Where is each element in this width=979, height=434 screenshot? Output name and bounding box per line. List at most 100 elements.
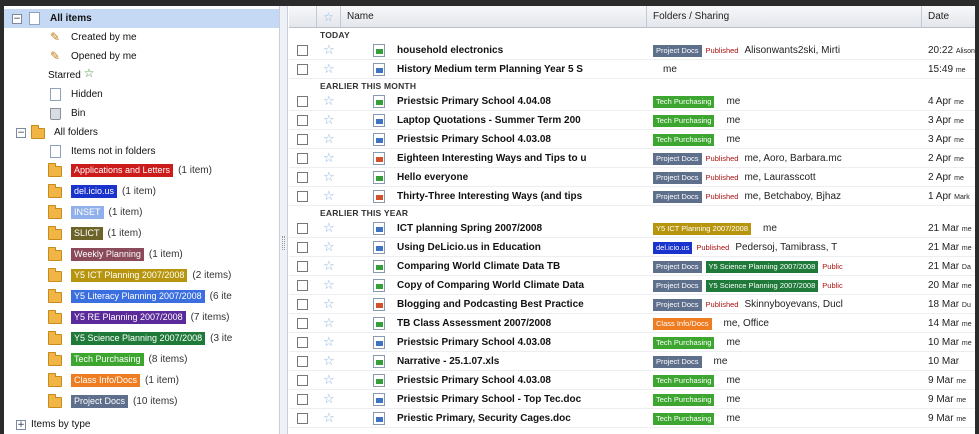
sidebar-folder-item[interactable]: SLICT (1 item): [48, 224, 141, 243]
file-name-link[interactable]: TB Class Assessment 2007/2008: [397, 314, 629, 333]
folder-tag[interactable]: Tech Purchasing: [653, 336, 715, 349]
folder-tag[interactable]: Project Docs: [653, 279, 702, 292]
folder-tag[interactable]: Tech Purchasing: [653, 412, 715, 425]
star-toggle-icon[interactable]: ☆: [323, 220, 335, 237]
file-name-link[interactable]: Eighteen Interesting Ways and Tips to u: [397, 149, 629, 168]
star-toggle-icon[interactable]: ☆: [323, 258, 335, 275]
folder-tag[interactable]: Y5 ICT Planning 2007/2008: [653, 222, 752, 235]
file-name-link[interactable]: Priestsic Primary School 4.03.08: [397, 371, 629, 390]
table-row[interactable]: ☆ Priestsic Primary School 4.03.08 Tech Pu…: [289, 130, 975, 149]
folder-tag[interactable]: Project Docs: [653, 298, 702, 311]
sidebar-item-all-folders[interactable]: − All folders: [16, 123, 98, 142]
star-toggle-icon[interactable]: ☆: [323, 112, 335, 129]
file-name-link[interactable]: ICT planning Spring 2007/2008: [397, 219, 629, 238]
sidebar-item-bin[interactable]: Bin: [48, 104, 85, 123]
star-toggle-icon[interactable]: ☆: [323, 239, 335, 256]
folder-tag[interactable]: Project Docs: [653, 171, 702, 184]
row-checkbox[interactable]: [297, 223, 308, 234]
table-row[interactable]: ☆ Using DeLicio.us in Education del.icio.u…: [289, 238, 975, 257]
sidebar-item-items-by-type[interactable]: + Items by type: [16, 415, 90, 434]
file-name-link[interactable]: Priestsic Primary School 4.03.08: [397, 333, 629, 352]
folder-tag[interactable]: Tech Purchasing: [653, 95, 715, 108]
table-row[interactable]: ☆ Priestsic Primary School - Top Tec.doc T…: [289, 390, 975, 409]
file-name-link[interactable]: Thirty-Three Interesting Ways (and tips: [397, 187, 629, 206]
row-checkbox[interactable]: [297, 242, 308, 253]
star-toggle-icon[interactable]: ☆: [323, 93, 335, 110]
sidebar-item-all-items[interactable]: − All items: [4, 9, 279, 28]
pane-splitter[interactable]: [280, 6, 288, 434]
star-toggle-icon[interactable]: ☆: [323, 391, 335, 408]
row-checkbox[interactable]: [297, 356, 308, 367]
sidebar-folder-item[interactable]: Applications and Letters (1 item): [48, 161, 212, 180]
folder-tag[interactable]: Project Docs: [653, 190, 702, 203]
folder-tag[interactable]: Tech Purchasing: [653, 133, 715, 146]
row-checkbox[interactable]: [297, 45, 308, 56]
row-checkbox[interactable]: [297, 96, 308, 107]
table-row[interactable]: ☆ Narrative - 25.1.07.xls Project Docs me 10…: [289, 352, 975, 371]
star-toggle-icon[interactable]: ☆: [323, 410, 335, 427]
sidebar-item-not-in-folders[interactable]: Items not in folders: [48, 142, 155, 161]
table-row[interactable]: ☆ Priestic Primary, Security Cages.doc Tec…: [289, 409, 975, 428]
file-name-link[interactable]: Comparing World Climate Data TB: [397, 257, 629, 276]
table-row[interactable]: ☆ History Medium term Planning Year 5 S me…: [289, 60, 975, 79]
file-name-link[interactable]: Priestic Primary, Security Cages.doc: [397, 409, 629, 428]
row-checkbox[interactable]: [297, 172, 308, 183]
file-name-link[interactable]: Priestsic Primary School 4.04.08: [397, 92, 629, 111]
sidebar-item-opened-by-me[interactable]: ✎ Opened by me: [48, 47, 137, 66]
sidebar-folder-item[interactable]: Weekly Planning (1 item): [48, 245, 183, 264]
file-name-link[interactable]: Copy of Comparing World Climate Data: [397, 276, 629, 295]
sidebar-item-hidden[interactable]: Hidden: [48, 85, 103, 104]
row-checkbox[interactable]: [297, 115, 308, 126]
column-header-date[interactable]: Date: [922, 6, 975, 28]
star-column-icon[interactable]: ☆: [317, 6, 341, 28]
row-checkbox[interactable]: [297, 318, 308, 329]
sidebar-folder-item[interactable]: Y5 ICT Planning 2007/2008 (2 items): [48, 266, 231, 285]
table-row[interactable]: ☆ Comparing World Climate Data TB Project …: [289, 257, 975, 276]
row-checkbox[interactable]: [297, 261, 308, 272]
file-name-link[interactable]: Priestsic Primary School - Top Tec.doc: [397, 390, 629, 409]
folder-tag[interactable]: Project Docs: [653, 44, 702, 57]
sidebar-folder-item[interactable]: Class Info/Docs (1 item): [48, 371, 179, 390]
sidebar-folder-item[interactable]: Y5 Literacy Planning 2007/2008 (6 ite: [48, 287, 232, 306]
column-header-name[interactable]: Name: [341, 6, 647, 28]
table-row[interactable]: ☆ Copy of Comparing World Climate Data Pro…: [289, 276, 975, 295]
folder-tag[interactable]: Project Docs: [653, 260, 702, 273]
table-row[interactable]: ☆ ICT planning Spring 2007/2008 Y5 ICT Pla…: [289, 219, 975, 238]
folder-tag[interactable]: Class Info/Docs: [653, 317, 712, 330]
file-name-link[interactable]: Priestsic Primary School 4.03.08: [397, 130, 629, 149]
table-row[interactable]: ☆ Priestsic Primary School 4.04.08 Tech Pu…: [289, 92, 975, 111]
folder-tag[interactable]: del.icio.us: [653, 241, 693, 254]
star-toggle-icon[interactable]: ☆: [323, 150, 335, 167]
sidebar-folder-item[interactable]: Y5 RE Planning 2007/2008 (7 items): [48, 308, 230, 327]
table-row[interactable]: ☆ Priestsic Primary School 4.03.08 Tech Pu…: [289, 333, 975, 352]
row-checkbox[interactable]: [297, 64, 308, 75]
sidebar-folder-item[interactable]: Y5 Science Planning 2007/2008 (3 ite: [48, 329, 232, 348]
file-name-link[interactable]: Narrative - 25.1.07.xls: [397, 352, 629, 371]
file-name-link[interactable]: Hello everyone: [397, 168, 629, 187]
sidebar-folder-item[interactable]: INSET (1 item): [48, 203, 142, 222]
star-toggle-icon[interactable]: ☆: [323, 169, 335, 186]
sidebar-folder-item[interactable]: Tech Purchasing (8 items): [48, 350, 187, 369]
select-all-column[interactable]: [289, 6, 317, 28]
row-checkbox[interactable]: [297, 413, 308, 424]
row-checkbox[interactable]: [297, 280, 308, 291]
table-row[interactable]: ☆ Eighteen Interesting Ways and Tips to u…: [289, 149, 975, 168]
folder-tag[interactable]: Project Docs: [653, 355, 702, 368]
star-toggle-icon[interactable]: ☆: [323, 296, 335, 313]
row-checkbox[interactable]: [297, 337, 308, 348]
file-name-link[interactable]: Using DeLicio.us in Education: [397, 238, 629, 257]
table-row[interactable]: ☆ Blogging and Podcasting Best Practice Pr…: [289, 295, 975, 314]
folder-tag[interactable]: Tech Purchasing: [653, 374, 715, 387]
folder-tag[interactable]: Y5 Science Planning 2007/2008: [705, 260, 819, 273]
file-name-link[interactable]: Laptop Quotations - Summer Term 200: [397, 111, 629, 130]
table-row[interactable]: ☆ household electronics Project Docs Publis…: [289, 41, 975, 60]
sidebar-folder-item[interactable]: Project Docs (10 items): [48, 392, 177, 411]
sidebar-item-created-by-me[interactable]: ✎ Created by me: [48, 28, 137, 47]
folder-tag[interactable]: Y5 Science Planning 2007/2008: [705, 279, 819, 292]
star-toggle-icon[interactable]: ☆: [323, 315, 335, 332]
star-toggle-icon[interactable]: ☆: [323, 42, 335, 59]
star-toggle-icon[interactable]: ☆: [323, 353, 335, 370]
folder-tag[interactable]: Tech Purchasing: [653, 393, 715, 406]
folder-tag[interactable]: Tech Purchasing: [653, 114, 715, 127]
star-toggle-icon[interactable]: ☆: [323, 372, 335, 389]
